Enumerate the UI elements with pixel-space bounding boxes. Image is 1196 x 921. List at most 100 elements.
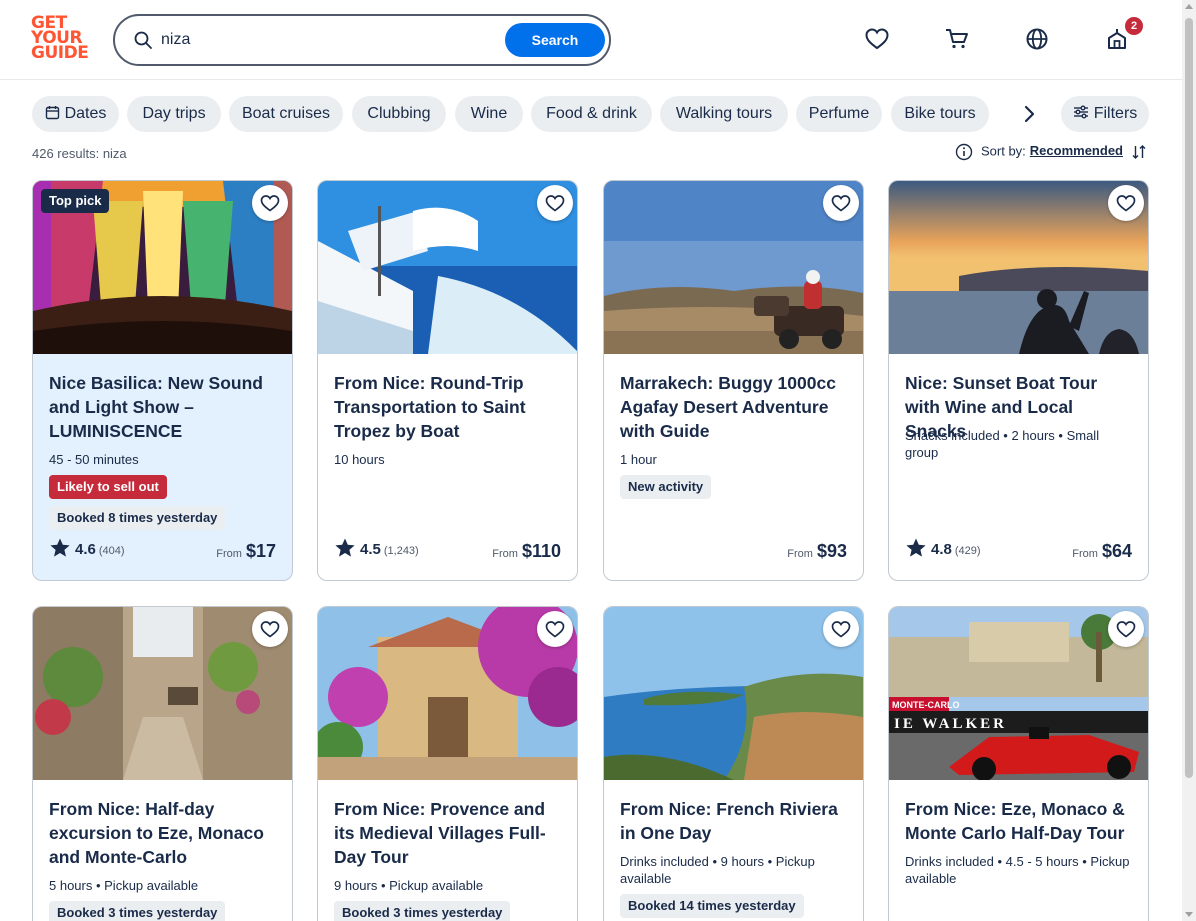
heart-icon[interactable]	[864, 26, 890, 52]
card-meta: Drinks included • 4.5 - 5 hours • Pickup…	[905, 854, 1130, 886]
activity-card-eze-monaco-halfday[interactable]: From Nice: Half-day excursion to Eze, Mo…	[32, 606, 293, 921]
chevron-right-icon[interactable]	[1012, 96, 1048, 132]
logo-line-3: GUIDE	[31, 43, 89, 63]
card-meta: Drinks included • 9 hours • Pickup avail…	[620, 854, 815, 886]
wishlist-button[interactable]	[823, 185, 859, 221]
monaco-banner-text: MONTE-CARLO	[892, 700, 960, 710]
heart-icon	[260, 195, 280, 212]
price-from-label: From	[787, 548, 813, 560]
calendar-icon	[45, 105, 59, 119]
wishlist-button[interactable]	[537, 185, 573, 221]
wishlist-button[interactable]	[823, 611, 859, 647]
activity-card-french-riviera[interactable]: From Nice: French Riviera in One Day Dri…	[603, 606, 864, 921]
star-icon	[335, 538, 355, 557]
wishlist-button[interactable]	[537, 611, 573, 647]
activity-card-eze-monaco-montecarlo[interactable]: MONTE-CARLO IE WALKER From Nice: Eze, Mo…	[888, 606, 1149, 921]
rating-score: 4.5	[360, 541, 381, 559]
globe-icon[interactable]	[1024, 26, 1050, 52]
wishlist-button[interactable]	[252, 611, 288, 647]
review-count: (404)	[98, 545, 125, 558]
activity-card-sunset-boat[interactable]: Nice: Sunset Boat Tour with Wine and Loc…	[888, 180, 1149, 581]
card-title[interactable]: From Nice: French Riviera in One Day	[620, 797, 850, 845]
chip-wine[interactable]: Wine	[455, 96, 523, 132]
card-title[interactable]: From Nice: Eze, Monaco & Monte Carlo Hal…	[905, 797, 1135, 845]
rating-score: 4.8	[931, 541, 952, 559]
new-activity-tag: New activity	[620, 475, 712, 499]
likely-to-sell-out-tag: Likely to sell out	[49, 475, 167, 499]
card-title[interactable]: From Nice: Provence and its Medieval Vil…	[334, 797, 564, 869]
card-title[interactable]: Marrakech: Buggy 1000cc Agafay Desert Ad…	[620, 371, 850, 443]
price-amount: $17	[245, 541, 276, 561]
star-icon	[906, 538, 926, 557]
price-amount: $110	[521, 541, 561, 561]
top-header: GET YOUR GUIDE Search 2	[0, 0, 1182, 80]
heart-icon	[831, 621, 851, 638]
price-amount: $93	[816, 541, 847, 561]
monaco-sign-text: IE WALKER	[894, 716, 1007, 732]
heart-icon	[545, 195, 565, 212]
card-meta: Snacks included • 2 hours • Small group	[905, 428, 1100, 460]
search-bar: Search	[113, 14, 611, 66]
chip-dates-label: Dates	[64, 105, 107, 122]
sliders-icon	[1073, 105, 1088, 119]
activity-card-nice-basilica[interactable]: Top pick Nice Basilica: New Sound and Li…	[32, 180, 293, 581]
heart-icon	[1116, 621, 1136, 638]
booked-yesterday-tag: Booked 14 times yesterday	[620, 894, 804, 918]
sort-label: Sort by:	[981, 143, 1026, 159]
rating-score: 4.6	[75, 541, 96, 559]
filters-label: Filters	[1093, 105, 1138, 122]
chip-day-trips[interactable]: Day trips	[127, 96, 221, 132]
card-meta: 1 hour	[620, 452, 657, 467]
price-from-label: From	[216, 548, 242, 560]
search-icon	[134, 31, 152, 49]
review-count: (429)	[954, 545, 981, 558]
top-pick-badge: Top pick	[41, 189, 110, 213]
activity-card-marrakech-buggy[interactable]: Marrakech: Buggy 1000cc Agafay Desert Ad…	[603, 180, 864, 581]
wishlist-button[interactable]	[252, 185, 288, 221]
card-meta: 5 hours • Pickup available	[49, 878, 199, 893]
scroll-thumb[interactable]	[1185, 18, 1193, 778]
booked-yesterday-tag: Booked 3 times yesterday	[334, 901, 511, 921]
filters-button[interactable]: Filters	[1061, 96, 1149, 132]
card-price: From $110	[492, 541, 561, 562]
wishlist-button[interactable]	[1108, 611, 1144, 647]
info-icon[interactable]	[955, 143, 973, 161]
activity-card-saint-tropez-boat[interactable]: From Nice: Round-Trip Transportation to …	[317, 180, 578, 581]
cart-icon[interactable]	[944, 26, 970, 52]
review-count: (1,243)	[383, 545, 419, 558]
getyourguide-logo[interactable]: GET YOUR GUIDE	[31, 15, 91, 64]
page-scrollbar[interactable]	[1182, 0, 1196, 921]
search-input[interactable]	[161, 26, 501, 54]
price-from-label: From	[492, 548, 518, 560]
card-title[interactable]: Nice Basilica: New Sound and Light Show …	[49, 371, 279, 443]
chip-clubbing[interactable]: Clubbing	[352, 96, 446, 132]
scroll-up-arrow[interactable]	[1185, 4, 1193, 9]
card-meta: 45 - 50 minutes	[49, 452, 139, 467]
price-from-label: From	[1072, 548, 1098, 560]
wishlist-button[interactable]	[1108, 185, 1144, 221]
card-meta: 10 hours	[334, 452, 385, 467]
sort-value[interactable]: Recommended	[1030, 143, 1123, 158]
card-title[interactable]: From Nice: Half-day excursion to Eze, Mo…	[49, 797, 279, 869]
heart-icon	[545, 621, 565, 638]
bookings-badge: 2	[1125, 17, 1143, 35]
card-price: From $17	[216, 541, 276, 562]
booked-yesterday-tag: Booked 3 times yesterday	[49, 901, 226, 921]
chip-perfume[interactable]: Perfume	[796, 96, 882, 132]
chip-boat-cruises[interactable]: Boat cruises	[229, 96, 343, 132]
card-title[interactable]: From Nice: Round-Trip Transportation to …	[334, 371, 564, 443]
activity-card-provence-villages[interactable]: From Nice: Provence and its Medieval Vil…	[317, 606, 578, 921]
chip-dates[interactable]: Dates	[32, 96, 119, 132]
card-price: From $93	[787, 541, 847, 562]
sort-control[interactable]: Sort by: Recommended	[955, 143, 1147, 165]
search-button[interactable]: Search	[505, 23, 605, 57]
scroll-down-arrow[interactable]	[1185, 912, 1193, 917]
heart-icon	[260, 621, 280, 638]
chip-food-drink[interactable]: Food & drink	[531, 96, 652, 132]
chip-walking-tours[interactable]: Walking tours	[660, 96, 788, 132]
card-rating: 4.8 (429)	[905, 538, 981, 565]
chip-bike-tours[interactable]: Bike tours	[891, 96, 989, 132]
price-amount: $64	[1101, 541, 1132, 561]
sort-arrows-icon[interactable]	[1131, 144, 1147, 160]
card-rating: 4.6 (404)	[49, 538, 125, 565]
